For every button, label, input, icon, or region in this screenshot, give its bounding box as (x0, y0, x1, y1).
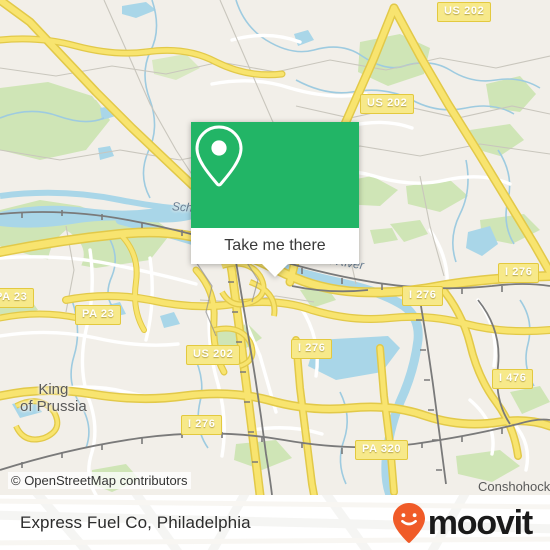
road-shield: I 276 (291, 339, 333, 359)
road-shield: I 476 (492, 369, 534, 389)
map-canvas[interactable]: US 202 US 202 I 276 I 276 I 276 I 476 PA… (0, 0, 550, 495)
road-shield: US 202 (437, 2, 492, 22)
road-shield: PA 320 (355, 440, 409, 460)
road-shield: PA 23 (75, 305, 122, 325)
place-label-king-of-prussia: King of Prussia (20, 381, 87, 415)
map-pin-icon (195, 125, 243, 187)
water-label-schuylkill-partial: Sch (171, 199, 194, 215)
road-shield: US 202 (186, 345, 241, 365)
road-shield: PA 23 (0, 288, 35, 308)
road-shield: US 202 (360, 94, 415, 114)
road-shield: I 276 (181, 415, 223, 435)
card-pointer-tail (262, 264, 288, 277)
footer-bar: Express Fuel Co, Philadelphia moovit (0, 495, 550, 550)
moovit-pin-smiley-icon (392, 502, 425, 543)
moovit-logo[interactable]: moovit (392, 502, 533, 544)
location-callout-card[interactable]: Take me there (191, 122, 359, 277)
osm-attribution[interactable]: © OpenStreetMap contributors (8, 472, 191, 489)
take-me-there-label: Take me there (224, 237, 326, 254)
road-shield: I 276 (402, 286, 444, 306)
road-shield: I 276 (498, 263, 540, 283)
place-label-conshohocken: Conshohocken (478, 479, 550, 494)
screenshot-root: US 202 US 202 I 276 I 276 I 276 I 476 PA… (0, 0, 550, 550)
card-pin-area (191, 122, 359, 228)
moovit-wordmark: moovit (427, 503, 533, 542)
card-cta-area[interactable]: Take me there (191, 228, 359, 277)
location-title: Express Fuel Co, Philadelphia (20, 512, 251, 532)
